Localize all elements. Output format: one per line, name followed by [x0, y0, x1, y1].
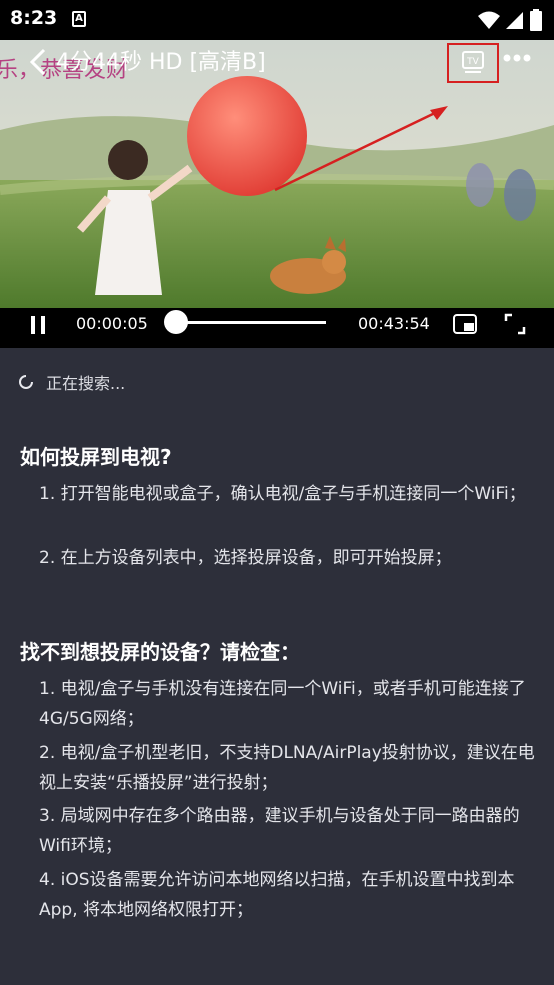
app-notification-icon: A: [72, 11, 86, 27]
tv-label: TV: [466, 57, 479, 67]
troubleshoot-item: 1. 电视/盒子与手机没有连接在同一个WiFi，或者手机可能连接了4G/5G网络…: [39, 679, 526, 729]
video-title: 4分44秒 HD [高清B]: [56, 50, 266, 75]
searching-label: 正在搜索...: [46, 374, 126, 393]
searching-status: 正在搜索...: [18, 370, 125, 394]
cellular-signal-icon: [506, 12, 523, 29]
more-options-icon[interactable]: [503, 53, 531, 63]
section-title-how-to-cast: 如何投屏到电视?: [20, 445, 172, 469]
cast-tv-button[interactable]: TV: [447, 43, 499, 83]
playback-controls: 00:00:05 00:43:54: [0, 308, 554, 348]
clock: 8:23: [10, 7, 58, 29]
video-player[interactable]: 乐，恭喜发财 4分44秒 HD [高清B] TV: [0, 40, 554, 308]
troubleshoot-item: 4. iOS设备需要允许访问本地网络以扫描，在手机设置中找到本App, 将本地网…: [39, 870, 515, 920]
current-time: 00:00:05: [76, 314, 148, 333]
progress-knob[interactable]: [164, 310, 188, 334]
total-time: 00:43:54: [358, 314, 430, 333]
troubleshoot-item: 3. 局域网中存在多个路由器，建议手机与设备处于同一路由器的Wifi环境；: [39, 806, 520, 856]
status-bar: 8:23 A: [0, 0, 554, 40]
system-icons: [478, 8, 542, 32]
cast-help-panel: 正在搜索... 如何投屏到电视? 1. 打开智能电视或盒子，确认电视/盒子与手机…: [0, 348, 554, 985]
back-arrow-icon[interactable]: [26, 46, 52, 78]
progress-track[interactable]: [178, 321, 326, 324]
battery-icon: [530, 9, 542, 31]
help-item: 2. 在上方设备列表中，选择投屏设备，即可开始投屏；: [39, 548, 452, 568]
fullscreen-icon[interactable]: [503, 312, 527, 336]
loading-spinner-icon: [19, 375, 33, 389]
tv-cast-icon: TV: [462, 51, 484, 73]
troubleshoot-item: 2. 电视/盒子机型老旧，不支持DLNA/AirPlay投射协议，建议在电视上安…: [39, 743, 535, 793]
help-item: 1. 打开智能电视或盒子，确认电视/盒子与手机连接同一个WiFi；: [39, 484, 526, 504]
wifi-icon: [478, 11, 500, 29]
section-title-troubleshoot: 找不到想投屏的设备？请检查：: [20, 640, 300, 664]
pause-icon[interactable]: [28, 314, 48, 336]
picture-in-picture-icon[interactable]: [452, 313, 478, 335]
